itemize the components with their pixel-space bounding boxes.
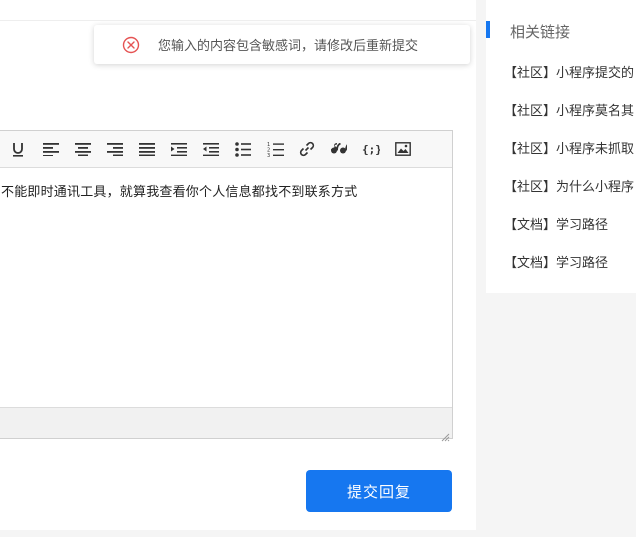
editor-toolbar: 123 {;} xyxy=(0,131,452,168)
code-block-icon[interactable]: {;} xyxy=(360,137,382,161)
related-link[interactable]: 【社区】小程序提交的 xyxy=(504,62,634,81)
title-accent-bar xyxy=(486,21,490,38)
reply-panel: 您输入的内容包含敏感词，请修改后重新提交 1 2 3 {;} 不能即时通讯工具，… xyxy=(0,0,476,530)
align-right-icon[interactable] xyxy=(104,137,126,161)
image-icon[interactable] xyxy=(392,137,414,161)
related-links-panel: 相关链接 【社区】小程序提交的 【社区】小程序莫名其 【社区】小程序未抓取 【社… xyxy=(486,0,636,293)
related-link[interactable]: 【社区】为什么小程序 xyxy=(504,176,634,195)
related-links-title: 相关链接 xyxy=(510,23,571,41)
rich-text-editor: 123 {;} 不能即时通讯工具，就算我查看你个人信息都找不到联系方式 xyxy=(0,130,453,442)
outdent-icon[interactable] xyxy=(200,137,222,161)
indent-icon[interactable] xyxy=(168,137,190,161)
editor-content: 不能即时通讯工具，就算我查看你个人信息都找不到联系方式 xyxy=(1,185,358,200)
submit-reply-button[interactable]: 提交回复 xyxy=(306,470,452,512)
align-center-icon[interactable] xyxy=(72,137,94,161)
divider xyxy=(0,20,476,21)
align-justify-icon[interactable] xyxy=(136,137,158,161)
align-left-icon[interactable] xyxy=(40,137,62,161)
link-icon[interactable] xyxy=(296,137,318,161)
svg-text:3: 3 xyxy=(267,153,270,158)
related-link[interactable]: 【社区】小程序未抓取 xyxy=(504,138,634,157)
error-toast: 您输入的内容包含敏感词，请修改后重新提交 xyxy=(94,25,470,64)
svg-text:{;}: {;} xyxy=(362,143,380,156)
editor-statusbar xyxy=(0,407,452,442)
toast-message: 您输入的内容包含敏感词，请修改后重新提交 xyxy=(158,39,419,54)
bullet-list-icon[interactable] xyxy=(232,137,254,161)
underline-icon[interactable] xyxy=(7,137,29,161)
quote-icon[interactable] xyxy=(328,137,350,161)
numbered-list-icon[interactable]: 123 xyxy=(264,137,286,161)
resize-grip-icon[interactable] xyxy=(441,427,450,442)
error-circle-icon xyxy=(122,36,140,54)
editor-content-area[interactable]: 不能即时通讯工具，就算我查看你个人信息都找不到联系方式 xyxy=(0,167,452,408)
related-link[interactable]: 【文档】学习路径 xyxy=(504,252,608,271)
related-link[interactable]: 【社区】小程序莫名其 xyxy=(504,100,634,119)
related-link[interactable]: 【文档】学习路径 xyxy=(504,214,608,233)
